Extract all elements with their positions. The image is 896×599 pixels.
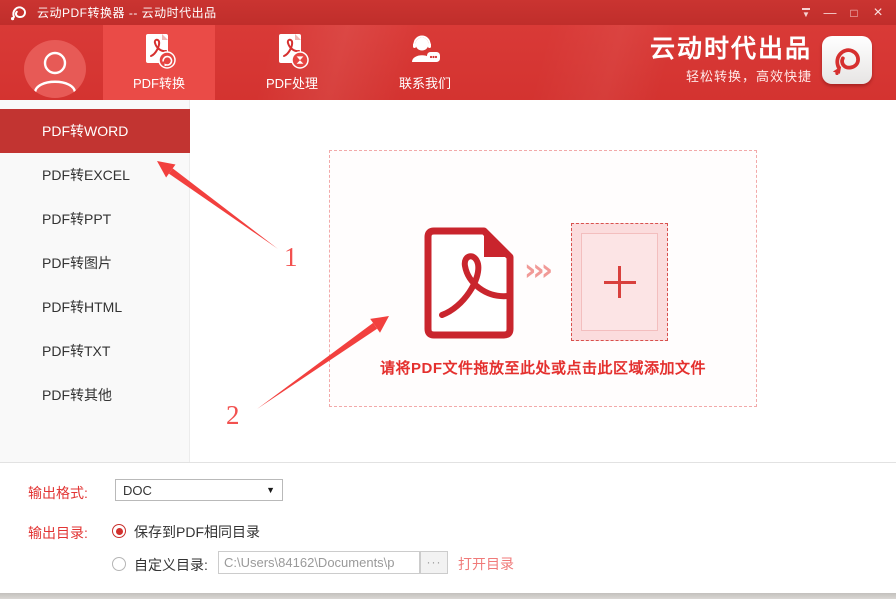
- sidebar-item-pdf-to-ppt[interactable]: PDF转PPT: [0, 197, 190, 241]
- window-controls: ▼ — □ ×: [794, 0, 890, 25]
- header: PDF转换 PDF处理: [0, 25, 896, 100]
- sidebar-item-pdf-to-txt[interactable]: PDF转TXT: [0, 329, 190, 373]
- pdf-convert-icon: [142, 31, 176, 71]
- chevrons-icon: ›››: [524, 253, 549, 288]
- tab-pdf-process[interactable]: PDF处理: [236, 25, 348, 100]
- sidebar-item-pdf-to-excel[interactable]: PDF转EXCEL: [0, 153, 190, 197]
- plus-icon: [618, 266, 621, 298]
- file-drop-zone[interactable]: ››› 请将PDF文件拖放至此处或点击此区域添加文件: [329, 150, 757, 407]
- close-button[interactable]: ×: [866, 0, 890, 25]
- pdf-process-icon: [275, 31, 309, 71]
- tab-label: PDF转换: [133, 73, 185, 92]
- same-dir-option-label[interactable]: 保存到PDF相同目录: [134, 522, 260, 542]
- output-format-select[interactable]: DOC ▼: [115, 479, 283, 501]
- brand-text: 云动时代出品 轻松转换，高效快捷: [650, 35, 812, 85]
- output-format-label: 输出格式:: [28, 483, 88, 503]
- annotation-number-1: 1: [284, 242, 298, 273]
- add-file-target[interactable]: [571, 223, 668, 341]
- tab-pdf-convert[interactable]: PDF转换: [103, 25, 215, 100]
- window-bottom-edge: [0, 593, 896, 599]
- output-panel: 输出格式: DOC ▼ 输出目录: 保存到PDF相同目录 自定义目录: ··· …: [0, 463, 896, 593]
- same-dir-radio[interactable]: [112, 524, 126, 538]
- chevron-down-icon: ▼: [266, 485, 275, 495]
- app-logo-icon: [9, 4, 29, 22]
- browse-button[interactable]: ···: [420, 551, 448, 574]
- pdf-file-icon: [418, 223, 518, 339]
- header-tabs: PDF转换 PDF处理: [103, 25, 502, 100]
- plusbox-inner: [581, 233, 658, 331]
- brand-block: 云动时代出品 轻松转换，高效快捷: [650, 35, 872, 85]
- tab-contact-us[interactable]: 联系我们: [369, 25, 481, 100]
- window-title: 云动PDF转换器 -- 云动时代出品: [37, 4, 217, 21]
- custom-dir-input[interactable]: [218, 551, 420, 574]
- annotation-number-2: 2: [226, 400, 240, 431]
- custom-dir-radio[interactable]: [112, 557, 126, 571]
- output-format-value: DOC: [123, 483, 152, 498]
- sidebar-item-pdf-to-html[interactable]: PDF转HTML: [0, 285, 190, 329]
- brand-subtitle: 轻松转换，高效快捷: [650, 66, 812, 85]
- tab-label: 联系我们: [399, 73, 451, 92]
- contact-headset-icon: [408, 31, 442, 71]
- maximize-button[interactable]: □: [842, 0, 866, 25]
- sidebar-item-pdf-to-other[interactable]: PDF转其他: [0, 373, 190, 417]
- output-dir-label: 输出目录:: [28, 523, 88, 543]
- person-icon: [26, 40, 84, 98]
- brand-title: 云动时代出品: [650, 35, 812, 63]
- custom-dir-option-label[interactable]: 自定义目录:: [134, 555, 208, 575]
- skin-menu-button[interactable]: ▼: [794, 0, 818, 25]
- menu-triangle-icon: ▼: [802, 8, 810, 18]
- titlebar: 云动PDF转换器 -- 云动时代出品 ▼ — □ ×: [0, 0, 896, 25]
- app-window: 云动PDF转换器 -- 云动时代出品 ▼ — □ ×: [0, 0, 896, 599]
- sidebar-item-pdf-to-image[interactable]: PDF转图片: [0, 241, 190, 285]
- tab-label: PDF处理: [266, 73, 318, 92]
- brand-logo-icon: [822, 36, 872, 84]
- minimize-button[interactable]: —: [818, 0, 842, 25]
- user-avatar[interactable]: [24, 40, 86, 98]
- dropzone-caption: 请将PDF文件拖放至此处或点击此区域添加文件: [330, 357, 756, 378]
- sidebar-item-pdf-to-word[interactable]: PDF转WORD: [0, 109, 190, 153]
- sidebar: PDF转WORD PDF转EXCEL PDF转PPT PDF转图片 PDF转HT…: [0, 100, 190, 462]
- open-dir-link[interactable]: 打开目录: [458, 554, 514, 574]
